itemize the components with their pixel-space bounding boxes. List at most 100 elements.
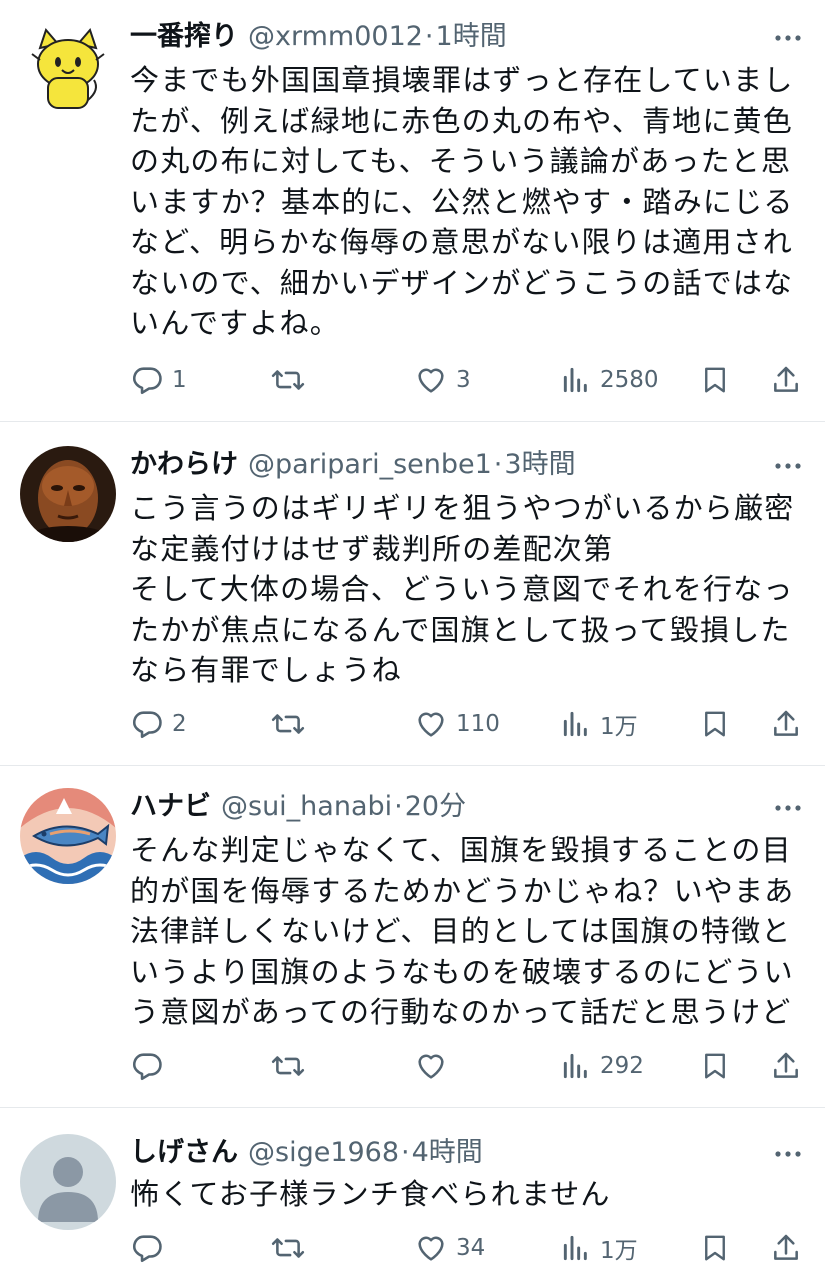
display-name[interactable]: ハナビ xyxy=(130,784,211,823)
user-avatar[interactable] xyxy=(20,446,116,542)
reply-count: 1 xyxy=(172,367,187,393)
action-bar: 1 3 2580 xyxy=(130,360,810,400)
views-icon xyxy=(563,367,587,393)
share-icon xyxy=(774,366,798,392)
heart-icon xyxy=(418,712,444,737)
display-name[interactable]: かわらけ xyxy=(130,442,238,481)
reply-count: 2 xyxy=(172,711,187,737)
heart-icon xyxy=(418,368,444,393)
timestamp[interactable]: 1時間 xyxy=(436,14,507,53)
user-handle[interactable]: @sige1968 xyxy=(248,1137,399,1168)
face-figure-avatar-icon xyxy=(20,446,116,542)
tweet-header: かわらけ @paripari_senbe1 · 3時間 xyxy=(130,442,745,482)
retweet-icon xyxy=(271,1238,305,1258)
user-avatar[interactable] xyxy=(20,1134,116,1230)
tweet-header: しげさん @sige1968 · 4時間 xyxy=(130,1130,745,1170)
bookmark-button[interactable] xyxy=(700,1228,730,1268)
timestamp[interactable]: 4時間 xyxy=(412,1130,483,1169)
share-icon xyxy=(774,1234,798,1260)
separator-dot: · xyxy=(394,791,403,822)
reply-button[interactable]: 1 xyxy=(130,360,187,400)
tweet-text: 今までも外国国章損壊罪はずっと存在していまし たが、例えば緑地に赤色の丸の布や、… xyxy=(130,63,794,340)
views-button[interactable]: 1万 xyxy=(560,1228,638,1268)
bookmark-icon xyxy=(705,367,725,393)
bookmark-button[interactable] xyxy=(700,704,730,744)
like-count: 110 xyxy=(456,711,500,737)
views-icon xyxy=(563,1235,587,1261)
share-button[interactable] xyxy=(770,1046,802,1086)
display-name[interactable]: 一番搾り xyxy=(130,14,238,53)
views-button[interactable]: 2580 xyxy=(560,360,659,400)
share-button[interactable] xyxy=(770,360,802,400)
action-bar: 2 110 1万 xyxy=(130,704,810,744)
timestamp[interactable]: 20分 xyxy=(405,784,466,823)
reply-icon xyxy=(132,1235,162,1263)
action-bar: 292 xyxy=(130,1046,810,1086)
retweet-button[interactable] xyxy=(270,360,306,400)
view-count: 1万 xyxy=(600,714,638,740)
more-options-icon[interactable] xyxy=(773,456,803,476)
tweet[interactable]: しげさん @sige1968 · 4時間 怖くてお子様ランチ食べられません 34… xyxy=(0,1108,825,1280)
retweet-icon xyxy=(271,370,305,390)
separator-dot: · xyxy=(493,449,503,480)
bookmark-icon xyxy=(705,1053,725,1079)
bookmark-icon xyxy=(705,711,725,737)
like-button[interactable] xyxy=(414,1046,456,1086)
heart-icon xyxy=(418,1236,444,1261)
user-handle[interactable]: @xrmm0012 xyxy=(248,21,423,52)
user-handle[interactable]: @sui_hanabi xyxy=(221,791,392,822)
reply-icon xyxy=(132,711,162,739)
tweet-text: そんな判定じゃなくて、国旗を毀損することの目 的が国を侮辱するためかどうかじゃね… xyxy=(130,833,795,1029)
user-avatar[interactable] xyxy=(20,20,116,116)
share-icon xyxy=(774,1052,798,1078)
bookmark-button[interactable] xyxy=(700,360,730,400)
share-button[interactable] xyxy=(770,704,802,744)
user-avatar[interactable] xyxy=(20,788,116,884)
user-handle[interactable]: @paripari_senbe1 xyxy=(248,449,492,480)
tweet-header: ハナビ @sui_hanabi · 20分 xyxy=(130,784,745,824)
bookmark-icon xyxy=(705,1235,725,1261)
like-button[interactable]: 34 xyxy=(414,1228,485,1268)
views-icon xyxy=(563,711,587,737)
more-options-icon[interactable] xyxy=(773,1144,803,1164)
display-name[interactable]: しげさん xyxy=(130,1130,238,1169)
views-icon xyxy=(563,1053,587,1079)
retweet-button[interactable] xyxy=(270,1228,306,1268)
reply-icon xyxy=(132,1053,162,1081)
tweet[interactable]: ハナビ @sui_hanabi · 20分 そんな判定じゃなくて、国旗を毀損する… xyxy=(0,766,825,1108)
retweet-button[interactable] xyxy=(270,1046,306,1086)
view-count: 1万 xyxy=(600,1238,638,1264)
like-count: 34 xyxy=(456,1235,486,1261)
tweet-text: 怖くてお子様ランチ食べられません xyxy=(130,1177,611,1211)
more-options-icon[interactable] xyxy=(773,798,803,818)
retweet-button[interactable] xyxy=(270,704,306,744)
fish-wave-avatar-icon xyxy=(20,788,116,884)
bookmark-button[interactable] xyxy=(700,1046,730,1086)
yellow-cat-avatar-icon xyxy=(20,20,116,116)
tweet[interactable]: 一番搾り @xrmm0012 · 1時間 今までも外国国章損壊罪はずっと存在して… xyxy=(0,0,825,422)
reply-icon xyxy=(132,367,162,395)
reply-button[interactable] xyxy=(130,1046,172,1086)
like-button[interactable]: 3 xyxy=(414,360,471,400)
tweet-header: 一番搾り @xrmm0012 · 1時間 xyxy=(130,14,745,54)
timestamp[interactable]: 3時間 xyxy=(504,442,575,481)
tweet-text: こう言うのはギリギリを狙うやつがいるから厳密 な定義付けはせず裁判所の差配次第 … xyxy=(130,491,795,687)
default-profile-avatar-icon xyxy=(20,1134,116,1230)
separator-dot: · xyxy=(424,21,434,52)
view-count: 2580 xyxy=(600,367,659,393)
like-button[interactable]: 110 xyxy=(414,704,500,744)
share-button[interactable] xyxy=(770,1228,802,1268)
retweet-icon xyxy=(271,1056,305,1076)
views-button[interactable]: 292 xyxy=(560,1046,644,1086)
share-icon xyxy=(774,710,798,736)
reply-button[interactable] xyxy=(130,1228,172,1268)
more-options-icon[interactable] xyxy=(773,28,803,48)
like-count: 3 xyxy=(456,367,471,393)
tweet[interactable]: かわらけ @paripari_senbe1 · 3時間 こう言うのはギリギリを狙… xyxy=(0,422,825,766)
views-button[interactable]: 1万 xyxy=(560,704,638,744)
action-bar: 34 1万 xyxy=(130,1228,810,1268)
view-count: 292 xyxy=(600,1053,644,1079)
heart-icon xyxy=(418,1054,444,1079)
reply-button[interactable]: 2 xyxy=(130,704,187,744)
separator-dot: · xyxy=(401,1137,410,1168)
